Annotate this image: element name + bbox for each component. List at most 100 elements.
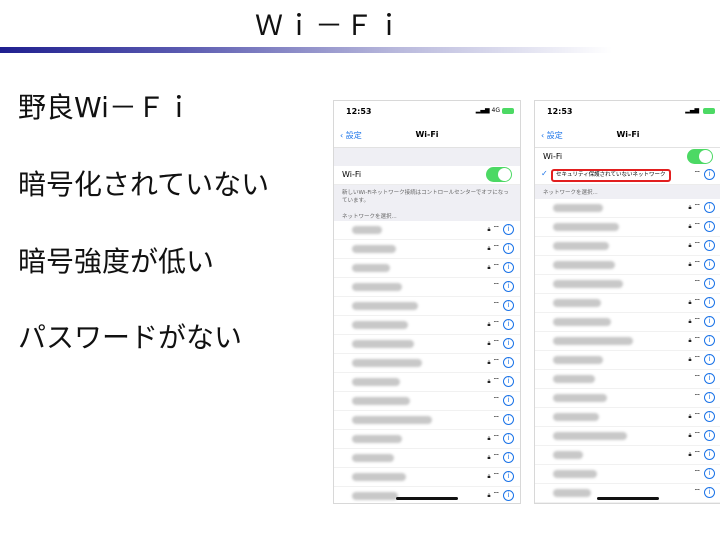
network-row[interactable]: 🔒︎ ⌔ i [535, 408, 720, 427]
network-row[interactable]: 🔒︎ ⌔ i [334, 259, 520, 278]
bullet-unencrypted: 暗号化されていない [18, 168, 270, 201]
status-icons: ▂▄▆ [685, 107, 715, 114]
info-icon[interactable]: i [503, 452, 514, 463]
info-icon[interactable]: i [503, 414, 514, 425]
wifi-signal-icon: ⌔ [693, 354, 701, 363]
network-row[interactable]: 🔒︎ ⌔ i [535, 199, 720, 218]
network-row[interactable]: 🔒︎ ⌔ i [334, 373, 520, 392]
checkmark-icon: ✓ [541, 169, 548, 178]
info-icon[interactable]: i [704, 373, 715, 384]
info-icon[interactable]: i [704, 430, 715, 441]
blurred-network-name [553, 299, 601, 307]
status-icons: ▂▄▆ 4G [476, 107, 514, 114]
info-icon[interactable]: i [503, 395, 514, 406]
wifi-signal-icon: ⌔ [492, 319, 500, 328]
network-row[interactable]: 🔒︎ ⌔ i [535, 427, 720, 446]
network-row[interactable]: 🔒︎ ⌔ i [334, 335, 520, 354]
network-row[interactable]: ⌔ i [334, 297, 520, 316]
info-icon[interactable]: i [704, 240, 715, 251]
wifi-signal-icon: ⌔ [693, 316, 701, 325]
wifi-signal-icon: ⌔ [693, 468, 701, 477]
status-bar: 12:53 ▂▄▆ 4G [334, 101, 520, 123]
connected-network-row[interactable]: ✓ セキュリティ保護されていないネットワーク ⌔ i [535, 166, 720, 185]
info-icon[interactable]: i [503, 357, 514, 368]
network-row[interactable]: ⌔ i [334, 411, 520, 430]
info-icon[interactable]: i [704, 354, 715, 365]
network-row[interactable]: 🔒︎ ⌔ i [535, 237, 720, 256]
network-row[interactable]: ⌔ i [535, 484, 720, 503]
network-row[interactable]: 🔒︎ ⌔ i [334, 449, 520, 468]
info-icon[interactable]: i [704, 468, 715, 479]
wifi-toggle[interactable] [687, 149, 713, 164]
wifi-toggle[interactable] [486, 167, 512, 182]
network-row[interactable]: ⌔ i [535, 389, 720, 408]
info-icon[interactable]: i [704, 297, 715, 308]
network-row[interactable]: 🔒︎ ⌔ i [334, 468, 520, 487]
network-row[interactable]: 🔒︎ ⌔ i [535, 218, 720, 237]
network-list: 🔒︎ ⌔ i 🔒︎ ⌔ i 🔒︎ ⌔ i 🔒︎ ⌔ i ⌔ i 🔒︎ ⌔ i 🔒︎ ⌔ i 🔒︎ ⌔ i 🔒︎ … [535, 199, 720, 503]
network-row[interactable]: 🔒︎ ⌔ i [535, 294, 720, 313]
info-icon[interactable]: i [503, 243, 514, 254]
section-label: ネットワークを選択... [334, 209, 520, 221]
wifi-signal-icon: ⌔ [693, 411, 701, 420]
info-icon[interactable]: i [704, 278, 715, 289]
network-row[interactable]: 🔒︎ ⌔ i [334, 354, 520, 373]
wifi-label: Wi-Fi [543, 152, 563, 161]
network-row[interactable]: ⌔ i [334, 392, 520, 411]
info-icon[interactable]: i [704, 449, 715, 460]
network-row[interactable]: ⌔ i [535, 370, 720, 389]
info-icon[interactable]: i [503, 319, 514, 330]
network-row[interactable]: 🔒︎ ⌔ i [334, 487, 520, 503]
info-icon[interactable]: i [704, 316, 715, 327]
wifi-toggle-row: Wi-Fi [535, 148, 720, 166]
info-icon[interactable]: i [503, 300, 514, 311]
info-icon[interactable]: i [704, 487, 715, 498]
network-row[interactable]: 🔒︎ ⌔ i [334, 430, 520, 449]
wifi-label: Wi-Fi [342, 170, 362, 179]
info-icon[interactable]: i [503, 281, 514, 292]
wifi-signal-icon: ⌔ [492, 376, 500, 385]
network-row[interactable]: 🔒︎ ⌔ i [535, 351, 720, 370]
blurred-network-name [553, 337, 633, 345]
network-row[interactable]: 🔒︎ ⌔ i [334, 316, 520, 335]
wifi-signal-icon: ⌔ [693, 487, 701, 496]
wifi-signal-icon: ⌔ [492, 243, 500, 252]
info-icon[interactable]: i [704, 221, 715, 232]
info-icon[interactable]: i [704, 411, 715, 422]
info-icon[interactable]: i [503, 471, 514, 482]
blurred-network-name [553, 204, 603, 212]
info-icon[interactable]: i [704, 392, 715, 403]
battery-icon [502, 107, 514, 114]
info-icon[interactable]: i [704, 169, 715, 180]
network-row[interactable]: ⌔ i [535, 275, 720, 294]
info-icon[interactable]: i [503, 433, 514, 444]
wifi-signal-icon: ⌔ [492, 300, 500, 309]
iphone-wifi-screenshot-2: 12:53 ▂▄▆ ‹ 設定 Wi-Fi Wi-Fi ✓ セキュリティ保護されて… [534, 100, 720, 504]
nav-bar: ‹ 設定 Wi-Fi [334, 123, 520, 148]
wifi-signal-icon: ⌔ [492, 471, 500, 480]
network-row[interactable]: ⌔ i [535, 465, 720, 484]
blurred-network-name [352, 283, 402, 291]
network-row[interactable]: 🔒︎ ⌔ i [334, 240, 520, 259]
blurred-network-name [553, 356, 603, 364]
network-row[interactable]: 🔒︎ ⌔ i [535, 446, 720, 465]
info-icon[interactable]: i [503, 376, 514, 387]
blurred-network-name [352, 264, 390, 272]
network-row[interactable]: 🔒︎ ⌔ i [535, 313, 720, 332]
wifi-signal-icon: ⌔ [693, 202, 701, 211]
info-icon[interactable]: i [503, 490, 514, 501]
info-icon[interactable]: i [503, 262, 514, 273]
network-row[interactable]: 🔒︎ ⌔ i [535, 332, 720, 351]
network-row[interactable]: 🔒︎ ⌔ i [334, 221, 520, 240]
blurred-network-name [352, 302, 418, 310]
info-icon[interactable]: i [704, 335, 715, 346]
bullet-no-password: パスワードがない [18, 321, 243, 354]
info-icon[interactable]: i [503, 224, 514, 235]
status-time: 12:53 [346, 107, 372, 116]
info-icon[interactable]: i [503, 338, 514, 349]
info-icon[interactable]: i [704, 259, 715, 270]
info-icon[interactable]: i [704, 202, 715, 213]
wifi-signal-icon: ⌔ [693, 221, 701, 230]
network-row[interactable]: 🔒︎ ⌔ i [535, 256, 720, 275]
network-row[interactable]: ⌔ i [334, 278, 520, 297]
